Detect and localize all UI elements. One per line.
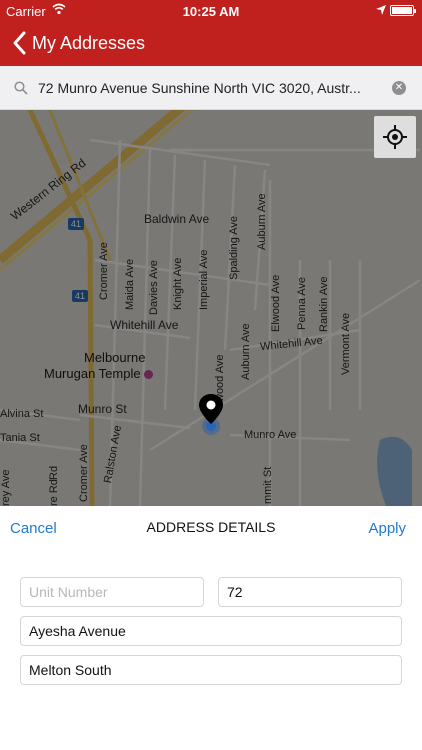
top-bar: Carrier 10:25 AM My Addresses (0, 0, 422, 66)
battery-icon (390, 5, 416, 16)
clear-icon[interactable]: ✕ (392, 81, 406, 95)
status-time: 10:25 AM (182, 4, 240, 19)
search-input[interactable] (38, 76, 378, 100)
search-icon (14, 81, 28, 95)
street-number-field[interactable] (218, 577, 402, 607)
page-title[interactable]: My Addresses (32, 33, 145, 54)
navigation-bar: My Addresses (0, 22, 422, 66)
street-name-field[interactable] (20, 616, 402, 646)
search-bar: ✕ (0, 66, 422, 110)
back-chevron-icon[interactable] (10, 30, 30, 56)
suburb-field[interactable] (20, 655, 402, 685)
location-arrow-icon (376, 5, 386, 15)
map-dim-overlay (0, 110, 422, 506)
apply-button[interactable]: Apply (368, 520, 406, 537)
map-view[interactable]: Western Ring Rd 41 41 Baldwin Ave Auburn… (0, 110, 422, 506)
address-details-heading: ADDRESS DETAILS (146, 519, 276, 535)
locate-me-button[interactable] (374, 116, 416, 158)
unit-number-field[interactable] (20, 577, 204, 607)
status-bar: Carrier 10:25 AM (0, 0, 422, 22)
map-pin-icon[interactable] (197, 392, 225, 436)
address-details-panel: Cancel ADDRESS DETAILS Apply (0, 506, 422, 750)
locate-icon (383, 125, 407, 149)
